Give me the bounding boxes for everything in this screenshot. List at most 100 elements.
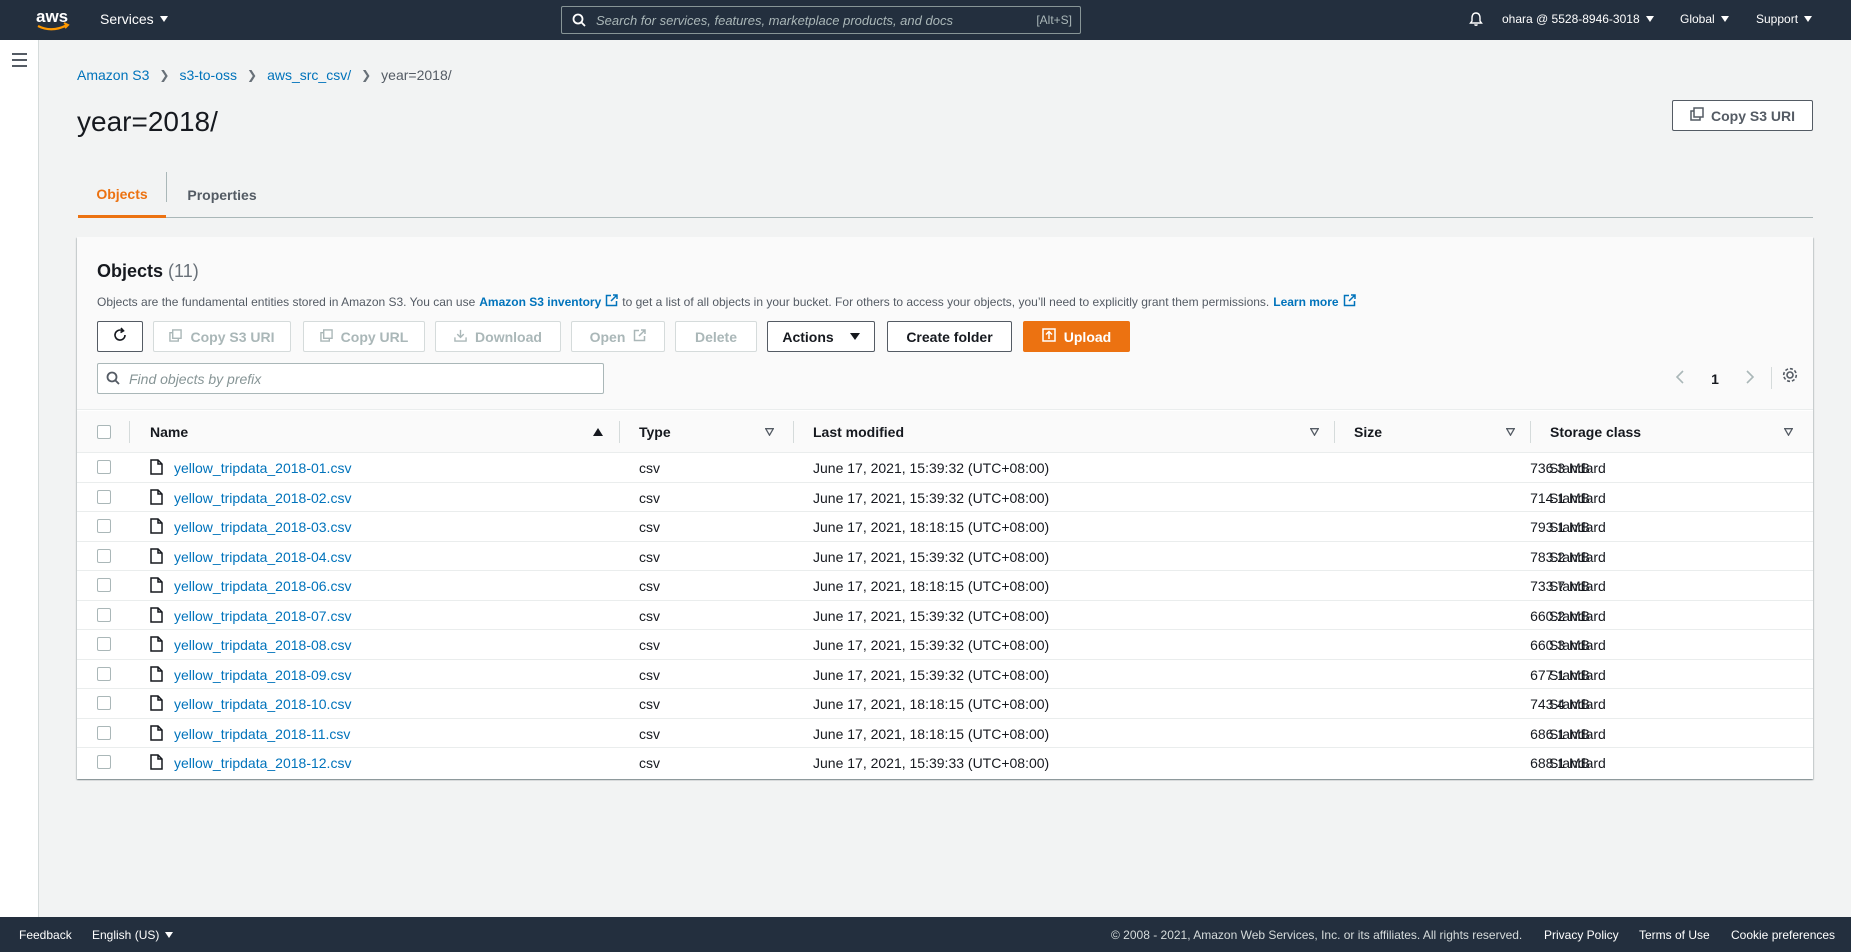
file-icon (150, 459, 163, 478)
next-page-icon[interactable] (1745, 370, 1755, 387)
row-checkbox[interactable] (97, 519, 111, 533)
breadcrumb-current: year=2018/ (381, 67, 452, 83)
file-icon (150, 577, 163, 596)
global-search-input[interactable]: Search for services, features, marketpla… (561, 6, 1081, 34)
object-storage-class: Standard (1549, 460, 1606, 476)
row-checkbox[interactable] (97, 460, 111, 474)
sort-toggle-icon[interactable] (765, 428, 774, 436)
objects-panel: Objects (11) Objects are the fundamental… (77, 237, 1813, 779)
table-row[interactable]: yellow_tripdata_2018-11.csv csv June 17, 2… (77, 719, 1813, 748)
support-menu[interactable]: Support (1756, 12, 1813, 26)
menu-hamburger-icon[interactable] (12, 53, 27, 71)
row-checkbox[interactable] (97, 578, 111, 592)
table-row[interactable]: yellow_tripdata_2018-12.csv csv June 17, 2… (77, 748, 1813, 778)
upload-button[interactable]: Upload (1023, 321, 1130, 352)
sort-toggle-icon[interactable] (1310, 428, 1319, 436)
column-header-last-modified[interactable]: Last modified (813, 411, 904, 453)
open-button[interactable]: Open (571, 321, 665, 352)
previous-page-icon[interactable] (1675, 370, 1685, 387)
row-checkbox[interactable] (97, 666, 111, 681)
row-checkbox[interactable] (97, 489, 111, 504)
copy-url-button[interactable]: Copy URL (303, 321, 425, 352)
account-menu[interactable]: ohara @ 5528-8946-3018 (1502, 12, 1654, 26)
select-all-checkbox[interactable] (97, 425, 111, 439)
object-name-link[interactable]: yellow_tripdata_2018-01.csv (174, 460, 351, 476)
find-objects-input[interactable]: Find objects by prefix (97, 363, 604, 394)
notifications-bell-icon[interactable] (1468, 11, 1484, 30)
tab-properties[interactable]: Properties (167, 172, 277, 217)
column-header-storage-class[interactable]: Storage class (1550, 411, 1641, 453)
object-name-link[interactable]: yellow_tripdata_2018-07.csv (174, 608, 351, 624)
learn-more-link[interactable]: Learn more (1273, 295, 1338, 309)
privacy-policy-link[interactable]: Privacy Policy (1544, 928, 1619, 942)
column-header-type[interactable]: Type (639, 411, 671, 453)
table-row[interactable]: yellow_tripdata_2018-07.csv csv June 17, 2… (77, 601, 1813, 630)
object-name-link[interactable]: yellow_tripdata_2018-04.csv (174, 549, 351, 565)
table-row[interactable]: yellow_tripdata_2018-01.csv csv June 17, 2… (77, 453, 1813, 483)
row-checkbox[interactable] (97, 696, 111, 710)
row-checkbox[interactable] (97, 725, 111, 740)
object-name-link[interactable]: yellow_tripdata_2018-02.csv (174, 490, 351, 506)
cookie-preferences-link[interactable]: Cookie preferences (1731, 928, 1835, 942)
row-checkbox[interactable] (97, 548, 111, 563)
table-row[interactable]: yellow_tripdata_2018-03.csv csv June 17, 2… (77, 512, 1813, 542)
region-menu[interactable]: Global (1680, 12, 1729, 26)
actions-label: Actions (782, 328, 834, 345)
sort-ascending-icon[interactable] (593, 428, 603, 436)
breadcrumb-folder[interactable]: aws_src_csv/ (267, 67, 351, 83)
sort-toggle-icon[interactable] (1506, 428, 1515, 436)
object-name-link[interactable]: yellow_tripdata_2018-12.csv (174, 755, 351, 771)
caret-down-icon (1720, 16, 1729, 22)
delete-button[interactable]: Delete (675, 321, 757, 352)
actions-dropdown[interactable]: Actions (767, 321, 875, 352)
upload-label: Upload (1063, 328, 1112, 345)
row-checkbox[interactable] (97, 755, 111, 769)
top-navigation: aws Services Search for services, featur… (0, 0, 1851, 40)
object-name-link[interactable]: yellow_tripdata_2018-06.csv (174, 578, 351, 594)
chevron-right-icon: ❯ (247, 68, 258, 82)
object-name-link[interactable]: yellow_tripdata_2018-08.csv (174, 637, 351, 653)
download-button[interactable]: Download (435, 321, 561, 352)
gear-icon[interactable] (1781, 366, 1799, 387)
row-checkbox[interactable] (97, 637, 111, 651)
row-checkbox[interactable] (97, 607, 111, 622)
object-name-link[interactable]: yellow_tripdata_2018-09.csv (174, 667, 351, 683)
table-row[interactable]: yellow_tripdata_2018-10.csv csv June 17, 2… (77, 689, 1813, 719)
table-header: Name Type Last modified Size Storage cla… (77, 411, 1813, 453)
page-number[interactable]: 1 (1711, 371, 1719, 387)
tab-objects[interactable]: Objects (78, 172, 166, 218)
file-icon (150, 606, 163, 626)
aws-logo[interactable]: aws (35, 5, 71, 35)
object-name-link[interactable]: yellow_tripdata_2018-11.csv (174, 726, 350, 742)
copy-s3-uri-button[interactable]: Copy S3 URI (1672, 100, 1813, 131)
copy-s3-uri-button-disabled[interactable]: Copy S3 URI (153, 321, 291, 352)
terms-of-use-link[interactable]: Terms of Use (1639, 928, 1710, 942)
refresh-icon (112, 327, 128, 346)
language-selector[interactable]: English (US) (92, 928, 174, 942)
chevron-right-icon: ❯ (159, 68, 170, 82)
column-header-size[interactable]: Size (1354, 411, 1382, 453)
table-row[interactable]: yellow_tripdata_2018-04.csv csv June 17, 2… (77, 542, 1813, 571)
caret-down-icon (159, 16, 168, 22)
table-row[interactable]: yellow_tripdata_2018-02.csv csv June 17, 2… (77, 483, 1813, 512)
table-row[interactable]: yellow_tripdata_2018-08.csv csv June 17, 2… (77, 630, 1813, 660)
breadcrumb-bucket[interactable]: s3-to-oss (179, 67, 237, 83)
object-storage-class: Standard (1549, 489, 1606, 506)
table-row[interactable]: yellow_tripdata_2018-06.csv csv June 17, 2… (77, 571, 1813, 601)
create-folder-button[interactable]: Create folder (887, 321, 1012, 352)
object-name-link[interactable]: yellow_tripdata_2018-10.csv (174, 696, 351, 712)
sort-toggle-icon[interactable] (1784, 428, 1793, 436)
services-menu[interactable]: Services (100, 11, 168, 27)
object-storage-class: Standard (1549, 755, 1606, 771)
refresh-button[interactable] (97, 321, 143, 352)
feedback-link[interactable]: Feedback (19, 928, 72, 942)
breadcrumb-amazon-s3[interactable]: Amazon S3 (77, 67, 149, 83)
column-header-name[interactable]: Name (150, 411, 188, 453)
caret-down-icon (1804, 16, 1813, 22)
tab-bar: Objects Properties (78, 172, 1813, 218)
s3-inventory-link[interactable]: Amazon S3 inventory (479, 295, 601, 309)
object-name-link[interactable]: yellow_tripdata_2018-03.csv (174, 519, 351, 535)
find-objects-placeholder: Find objects by prefix (129, 371, 262, 387)
table-row[interactable]: yellow_tripdata_2018-09.csv csv June 17, 2… (77, 660, 1813, 689)
pager-divider (1771, 367, 1772, 389)
